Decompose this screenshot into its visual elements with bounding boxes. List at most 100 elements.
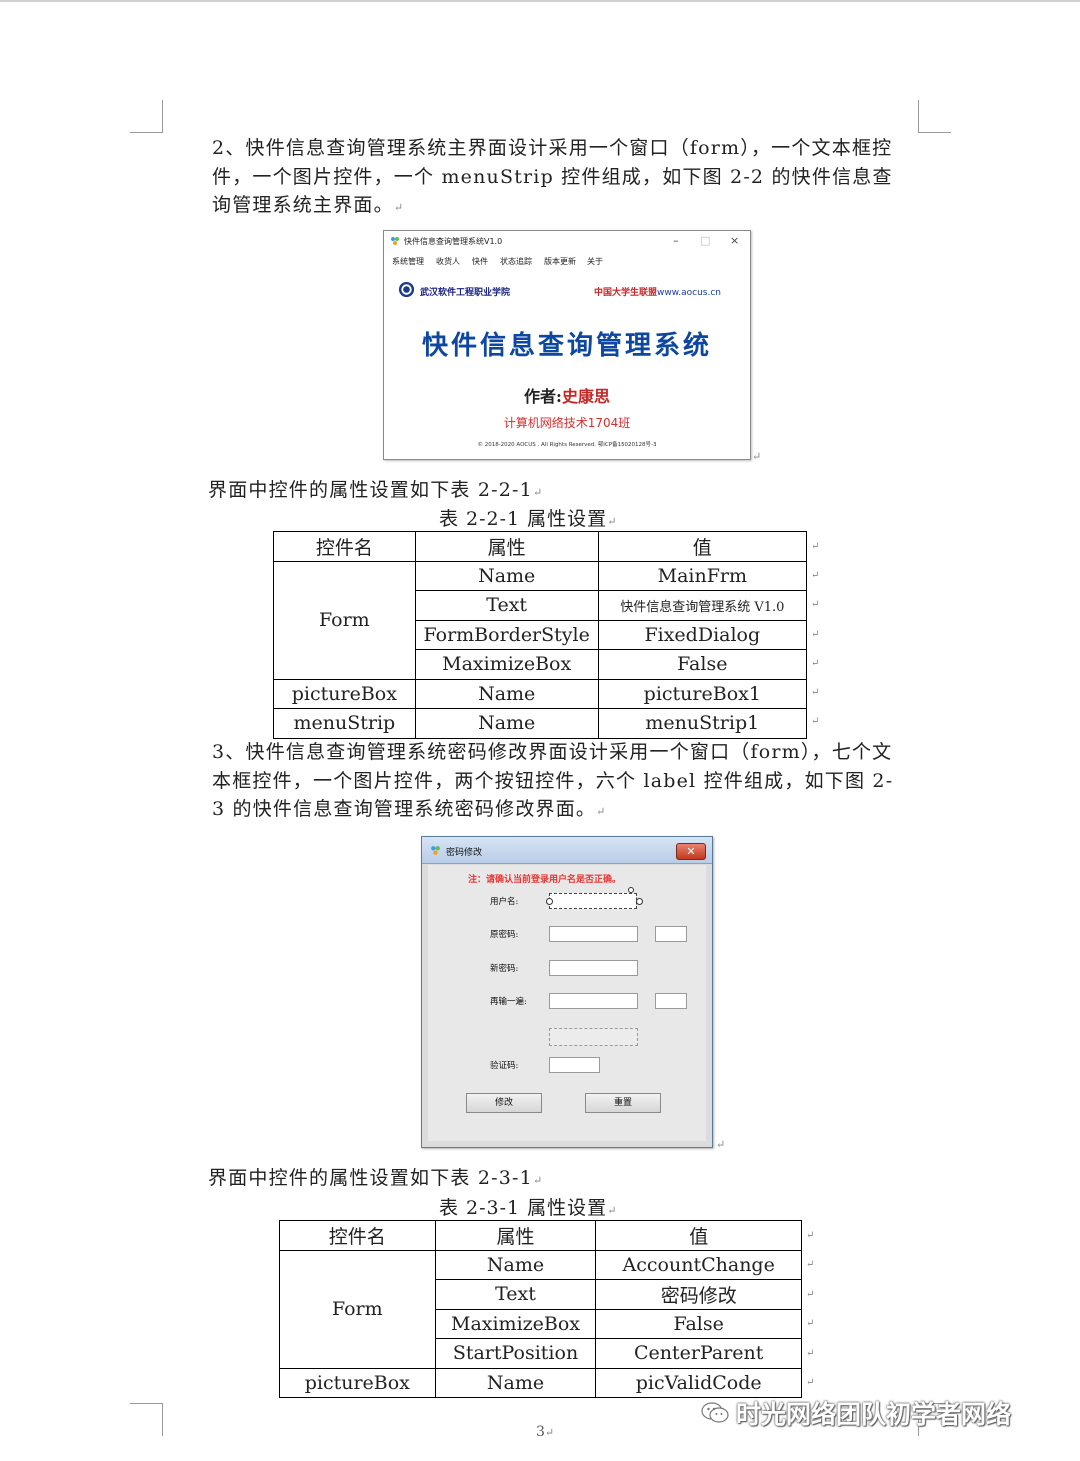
menu-item-express[interactable]: 快件 bbox=[472, 256, 488, 267]
table-row: Form Name AccountChange bbox=[279, 1249, 802, 1369]
property-cell: Name bbox=[434, 1249, 597, 1280]
old-password-input[interactable] bbox=[549, 926, 638, 942]
repeat-password-status-input[interactable] bbox=[655, 993, 687, 1009]
page-top-edge bbox=[0, 0, 1080, 2]
paragraph-password-ui: 3、快件信息查询管理系统密码修改界面设计采用一个窗口（form），七个文 本框控… bbox=[212, 738, 893, 827]
label-new-password: 新密码: bbox=[490, 964, 519, 974]
old-password-status-input[interactable] bbox=[655, 926, 687, 942]
row-mark-icon: ↵ bbox=[811, 687, 820, 698]
paragraph-mark-icon: ↵ bbox=[607, 515, 618, 528]
paragraph-mark-icon: ↵ bbox=[607, 1204, 618, 1217]
table-row: menuStrip Name menuStrip1 bbox=[273, 708, 808, 739]
reset-button[interactable]: 重置 bbox=[585, 1093, 661, 1113]
close-icon[interactable]: ✕ bbox=[676, 843, 706, 860]
value-cell: False bbox=[597, 649, 808, 680]
smart-tag-icon[interactable] bbox=[628, 887, 634, 893]
row-mark-icon: ↵ bbox=[806, 1259, 815, 1270]
watermark-text: 时光网络团队初学者网络 bbox=[736, 1400, 1012, 1429]
paragraph-text: 界面中控件的属性设置如下表 2-3-1 bbox=[208, 1167, 533, 1189]
control-cell-form: Form bbox=[279, 1249, 436, 1369]
property-cell: Name bbox=[414, 560, 599, 591]
table-header-row: 控件名 属性 值 bbox=[279, 1220, 802, 1251]
site-name: 中国大学生联盟 bbox=[594, 288, 658, 298]
property-cell: Text bbox=[434, 1279, 597, 1310]
repeat-password-input[interactable] bbox=[549, 993, 638, 1009]
menu-item-system[interactable]: 系统管理 bbox=[392, 256, 424, 267]
dialog-title: 密码修改 bbox=[446, 848, 483, 858]
site-url: www.aocus.cn bbox=[657, 288, 722, 298]
paragraph-line: 件，一个图片控件，一个 menuStrip 控件组成，如下图 2-2 的快件信息… bbox=[212, 165, 893, 188]
paragraph-text: 3 的快件信息查询管理系统密码修改界面。 bbox=[212, 798, 597, 820]
captcha-picture-box[interactable] bbox=[549, 1028, 638, 1046]
row-mark-icon: ↵ bbox=[811, 570, 820, 581]
table-row: pictureBox Name picValidCode bbox=[279, 1367, 802, 1398]
property-table-1: 控件名 属性 值 Form Name MainFrm Text 快件信息查询管理… bbox=[273, 531, 808, 739]
row-mark-icon: ↵ bbox=[811, 716, 820, 727]
paragraph-mark-icon: ↵ bbox=[752, 450, 762, 463]
row-mark-icon: ↵ bbox=[806, 1230, 815, 1241]
new-password-input[interactable] bbox=[549, 960, 638, 976]
property-table-2: 控件名 属性 值 Form Name AccountChange Text 密码… bbox=[279, 1220, 802, 1398]
author-line: 作者:史康思 bbox=[384, 383, 750, 407]
header-property: 属性 bbox=[434, 1220, 597, 1251]
crop-mark-top-left bbox=[130, 100, 163, 133]
copyright-text: © 2018-2020 AOCUS . All Rights Reserved.… bbox=[477, 442, 657, 448]
school-emblem-icon bbox=[398, 281, 415, 298]
minimize-icon[interactable]: – bbox=[673, 234, 679, 247]
label-old-password: 原密码: bbox=[490, 930, 519, 940]
row-mark-icon: ↵ bbox=[806, 1348, 815, 1359]
paragraph-mark-icon: ↵ bbox=[596, 805, 607, 818]
row-mark-icon: ↵ bbox=[806, 1318, 815, 1329]
control-cell-form: Form bbox=[273, 560, 416, 680]
value-cell: FixedDialog bbox=[597, 619, 808, 650]
header-value: 值 bbox=[595, 1220, 802, 1251]
paragraph-mark-icon: ↵ bbox=[532, 486, 544, 499]
property-cell: StartPosition bbox=[434, 1338, 597, 1369]
caption-text: 表 2-3-1 属性设置 bbox=[439, 1197, 608, 1219]
caption-text: 表 2-2-1 属性设置 bbox=[439, 508, 608, 530]
row-mark-icon: ↵ bbox=[806, 1289, 815, 1300]
property-cell: MaximizeBox bbox=[414, 649, 599, 680]
property-cell: Text bbox=[414, 590, 599, 621]
window-title: 快件信息查询管理系统V1.0 bbox=[404, 237, 503, 246]
crop-mark-bottom-left bbox=[130, 1403, 163, 1436]
value-cell: pictureBox1 bbox=[597, 678, 808, 709]
property-cell: Name bbox=[434, 1367, 597, 1398]
table-row: Form Name MainFrm bbox=[273, 560, 808, 680]
resize-handle-icon[interactable] bbox=[636, 898, 643, 905]
value-cell: picValidCode bbox=[595, 1367, 802, 1398]
paragraph-line: 3 的快件信息查询管理系统密码修改界面。↵ bbox=[212, 795, 893, 827]
modify-button[interactable]: 修改 bbox=[466, 1093, 542, 1113]
username-input[interactable] bbox=[549, 893, 637, 909]
author-name: 史康思 bbox=[561, 387, 610, 406]
menu-item-tracking[interactable]: 状态追踪 bbox=[500, 256, 532, 267]
table2-intro: 界面中控件的属性设置如下表 2-3-1↵ bbox=[208, 1164, 543, 1196]
site-banner: 中国大学生联盟www.aocus.cn bbox=[594, 285, 721, 298]
class-name: 计算机网络技术1704班 bbox=[503, 416, 631, 430]
paragraph-text: 界面中控件的属性设置如下表 2-2-1 bbox=[208, 479, 533, 501]
paragraph-main-ui: 2、快件信息查询管理系统主界面设计采用一个窗口（form），一个文本框控 件，一… bbox=[212, 134, 893, 223]
close-icon[interactable]: × bbox=[730, 234, 739, 247]
row-mark-icon: ↵ bbox=[811, 541, 820, 552]
page-number-text: 3 bbox=[536, 1424, 545, 1440]
watermark: 时光网络团队初学者网络 bbox=[700, 1396, 1011, 1430]
table1-intro: 界面中控件的属性设置如下表 2-2-1↵ bbox=[208, 476, 543, 508]
captcha-input[interactable] bbox=[549, 1057, 600, 1073]
main-window-screenshot: 快件信息查询管理系统V1.0 – □ × 系统管理 收货人 快件 状态追踪 版本… bbox=[383, 230, 751, 460]
paragraph-mark-icon: ↵ bbox=[716, 1138, 726, 1151]
paragraph-mark-icon: ↵ bbox=[532, 1174, 544, 1187]
menu-item-receiver[interactable]: 收货人 bbox=[436, 256, 460, 267]
resize-handle-icon[interactable] bbox=[546, 898, 553, 905]
school-name: 武汉软件工程职业学院 bbox=[420, 288, 511, 298]
value-cell: 密码修改 bbox=[595, 1279, 802, 1310]
maximize-icon[interactable]: □ bbox=[700, 234, 710, 247]
menu-item-update[interactable]: 版本更新 bbox=[544, 256, 576, 267]
page-number: 3↵ bbox=[536, 1424, 554, 1440]
paragraph-line: 本框控件，一个图片控件，两个按钮控件，六个 label 控件组成，如下图 2- bbox=[212, 769, 894, 792]
menu-item-about[interactable]: 关于 bbox=[587, 256, 603, 267]
paragraph-line: 2、快件信息查询管理系统主界面设计采用一个窗口（form），一个文本框控 bbox=[212, 137, 893, 159]
label-repeat-password: 再输一遍: bbox=[490, 997, 527, 1007]
value-cell: 快件信息查询管理系统 V1.0 bbox=[597, 590, 808, 621]
paragraph-mark-icon: ↵ bbox=[393, 201, 405, 214]
header-property: 属性 bbox=[414, 531, 599, 562]
